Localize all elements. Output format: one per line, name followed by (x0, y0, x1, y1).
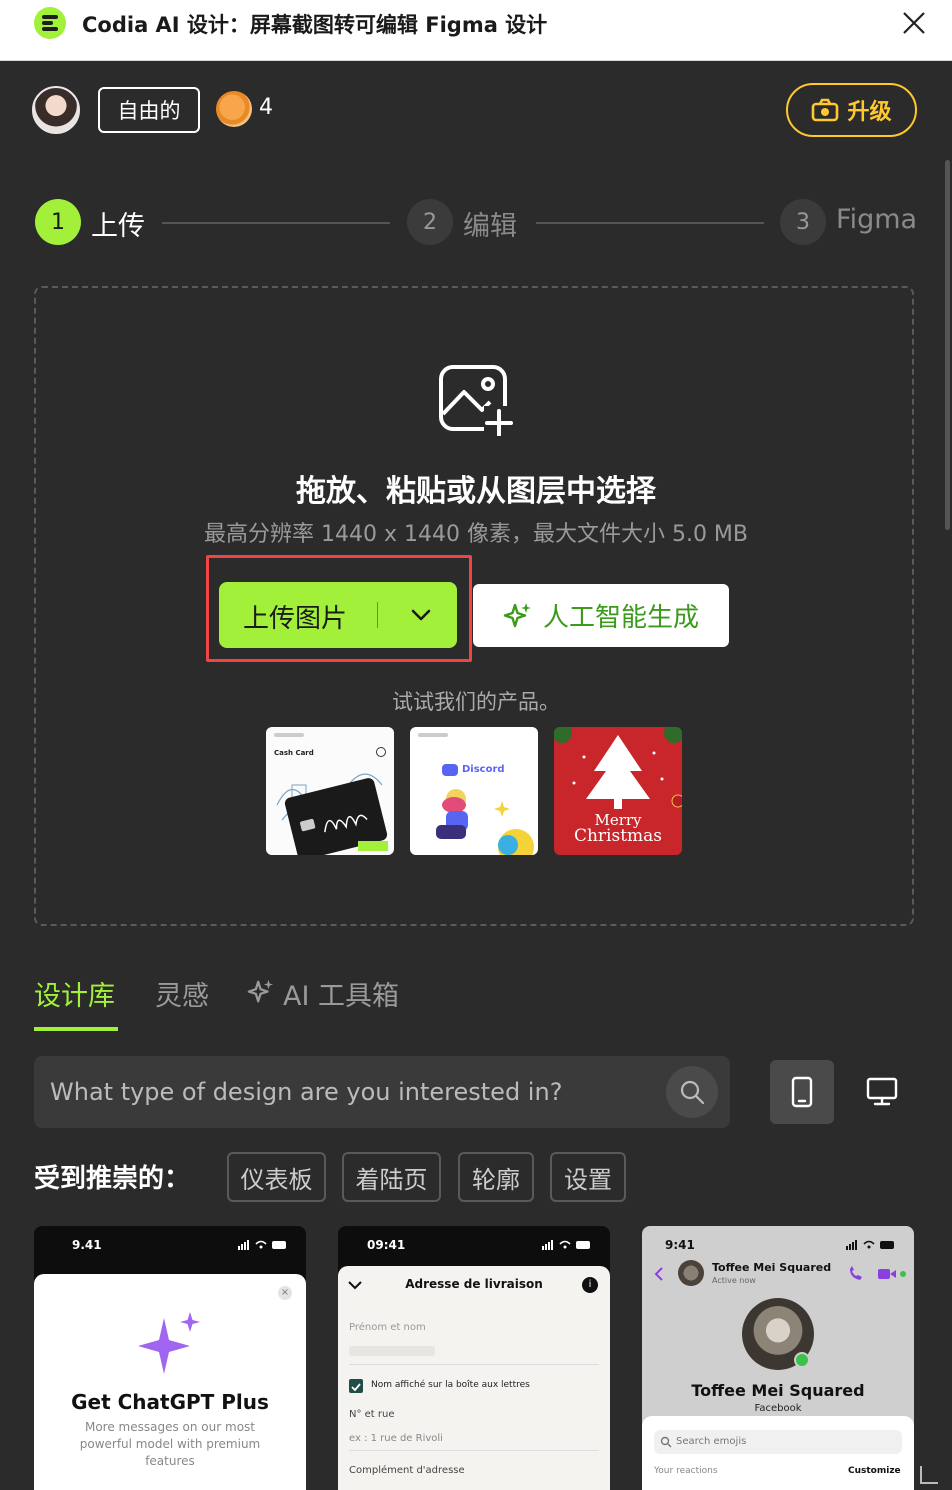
dropzone-title: 拖放、粘贴或从图层中选择 (296, 474, 656, 509)
credit-coin-icon (216, 91, 252, 127)
sample-discord[interactable]: Discord (410, 727, 538, 855)
scrollbar[interactable] (945, 160, 950, 530)
codia-logo-icon (34, 7, 66, 39)
upload-image-button[interactable]: 上传图片 (219, 582, 457, 648)
search-icon (680, 1080, 705, 1105)
try-products-text: 试试我们的产品。 (392, 690, 560, 714)
field-label: Complément d'adresse (349, 1465, 465, 1476)
design-card-messenger[interactable]: 9:41 Toffee Mei Squared Active now Toffe… (642, 1226, 914, 1490)
info-icon: i (582, 1277, 598, 1293)
plan-badge[interactable]: 自由的 (98, 87, 200, 133)
call-video-icons (850, 1266, 906, 1280)
desktop-view-button[interactable] (850, 1060, 914, 1124)
add-image-icon (439, 365, 514, 436)
sparkle-icon (503, 602, 531, 627)
design-search-bar (34, 1056, 730, 1128)
card-title: Get ChatGPT Plus (71, 1390, 269, 1414)
profile-name: Toffee Mei Squared (691, 1381, 865, 1400)
status-time: 9.41 (72, 1238, 102, 1252)
upgrade-sheet: × Get ChatGPT Plus More messages on our … (34, 1274, 306, 1490)
back-icon (654, 1267, 663, 1281)
step-2-label: 编辑 (463, 211, 517, 242)
customize-link: Customize (848, 1466, 901, 1476)
search-button[interactable] (666, 1066, 718, 1118)
sample-christmas[interactable]: Merry Christmas (554, 727, 682, 855)
resize-handle[interactable] (920, 1466, 938, 1484)
sample-label: Christmas (573, 826, 663, 846)
field-placeholder: ex : 1 rue de Rivoli (349, 1433, 443, 1444)
sample-label: Cash Card (274, 749, 314, 757)
close-icon[interactable] (900, 9, 928, 37)
chip-settings[interactable]: 设置 (550, 1152, 626, 1202)
step-connector (162, 222, 390, 224)
contact-status: Active now (712, 1276, 756, 1285)
design-card-chatgpt[interactable]: 9.41 × Get ChatGPT Plus More messages on… (34, 1226, 306, 1490)
camera-icon (812, 98, 839, 122)
checkbox-checked-icon (349, 1379, 363, 1393)
window-title: Codia AI 设计：屏幕截图转可编辑 Figma 设计 (82, 13, 548, 37)
chip-landing-page[interactable]: 着陆页 (342, 1152, 441, 1202)
step-1-number: 1 (35, 199, 81, 245)
card-body-line: powerful model with premium (79, 1437, 261, 1451)
title-bar: Codia AI 设计：屏幕截图转可编辑 Figma 设计 (0, 0, 952, 61)
tab-ai-toolbox[interactable]: AI 工具箱 (283, 974, 399, 1013)
tab-inspiration[interactable]: 灵感 (155, 974, 209, 1013)
status-icons (846, 1240, 894, 1250)
ai-generate-button[interactable]: 人工智能生成 (473, 584, 729, 647)
status-time: 09:41 (367, 1238, 406, 1252)
discord-logo-icon (442, 764, 458, 776)
step-2-number: 2 (407, 199, 453, 245)
discord-illustration (436, 789, 534, 855)
reaction-sheet: Search emojis Your reactions Customize (642, 1416, 914, 1490)
chevron-down-icon[interactable] (409, 604, 433, 626)
sparkle-icon (138, 1312, 200, 1374)
sample-label: Discord (462, 764, 505, 775)
step-3-number: 3 (780, 199, 826, 245)
button-divider (377, 602, 378, 628)
step-1-label: 上传 (91, 211, 145, 242)
upgrade-button[interactable]: 升级 (786, 83, 917, 137)
field-label: N° et rue (349, 1409, 395, 1420)
status-icons (238, 1240, 286, 1250)
reactions-label: Your reactions (654, 1466, 718, 1476)
featured-label: 受到推崇的： (34, 1164, 191, 1194)
search-input[interactable] (50, 1072, 670, 1112)
step-3-label: Figma (836, 204, 918, 235)
card-body-line: More messages on our most (84, 1420, 255, 1434)
dropzone-subtitle: 最高分辨率 1440 x 1440 像素，最大文件大小 5.0 MB (203, 522, 749, 547)
profile-source: Facebook (754, 1403, 802, 1414)
card-body-line: features (145, 1454, 195, 1468)
ai-generate-label: 人工智能生成 (542, 603, 699, 633)
upgrade-label: 升级 (847, 100, 892, 125)
chip-outline[interactable]: 轮廓 (458, 1152, 534, 1202)
monitor-icon (866, 1077, 898, 1106)
design-card-address[interactable]: 09:41 Adresse de livraison i Prénom et n… (338, 1226, 610, 1490)
tab-design-library[interactable]: 设计库 (34, 974, 115, 1013)
card-title: Adresse de livraison (405, 1277, 543, 1291)
emoji-search-field: Search emojis (654, 1430, 902, 1454)
emoji-search-placeholder: Search emojis (676, 1436, 747, 1447)
sample-cash-card[interactable]: Cash Card (266, 727, 394, 855)
field-label: Prénom et nom (349, 1322, 426, 1333)
close-icon: × (278, 1286, 292, 1300)
phone-icon (791, 1076, 813, 1108)
address-sheet: Adresse de livraison i Prénom et nom Nom… (338, 1266, 610, 1490)
sparkle-icon (247, 979, 274, 1003)
active-tab-indicator (34, 1027, 118, 1031)
status-icons (542, 1240, 590, 1250)
contact-avatar (678, 1260, 704, 1286)
credit-count: 4 (259, 95, 273, 120)
checkbox-label: Nom affiché sur la boîte aux lettres (371, 1380, 530, 1390)
avatar[interactable] (32, 86, 80, 134)
contact-name: Toffee Mei Squared (712, 1261, 832, 1274)
online-indicator (794, 1352, 810, 1368)
chip-dashboard[interactable]: 仪表板 (227, 1152, 326, 1202)
upload-image-label: 上传图片 (243, 604, 348, 634)
step-connector (536, 222, 764, 224)
mobile-view-button[interactable] (770, 1060, 834, 1124)
search-icon (660, 1436, 672, 1448)
status-time: 9:41 (665, 1238, 695, 1252)
